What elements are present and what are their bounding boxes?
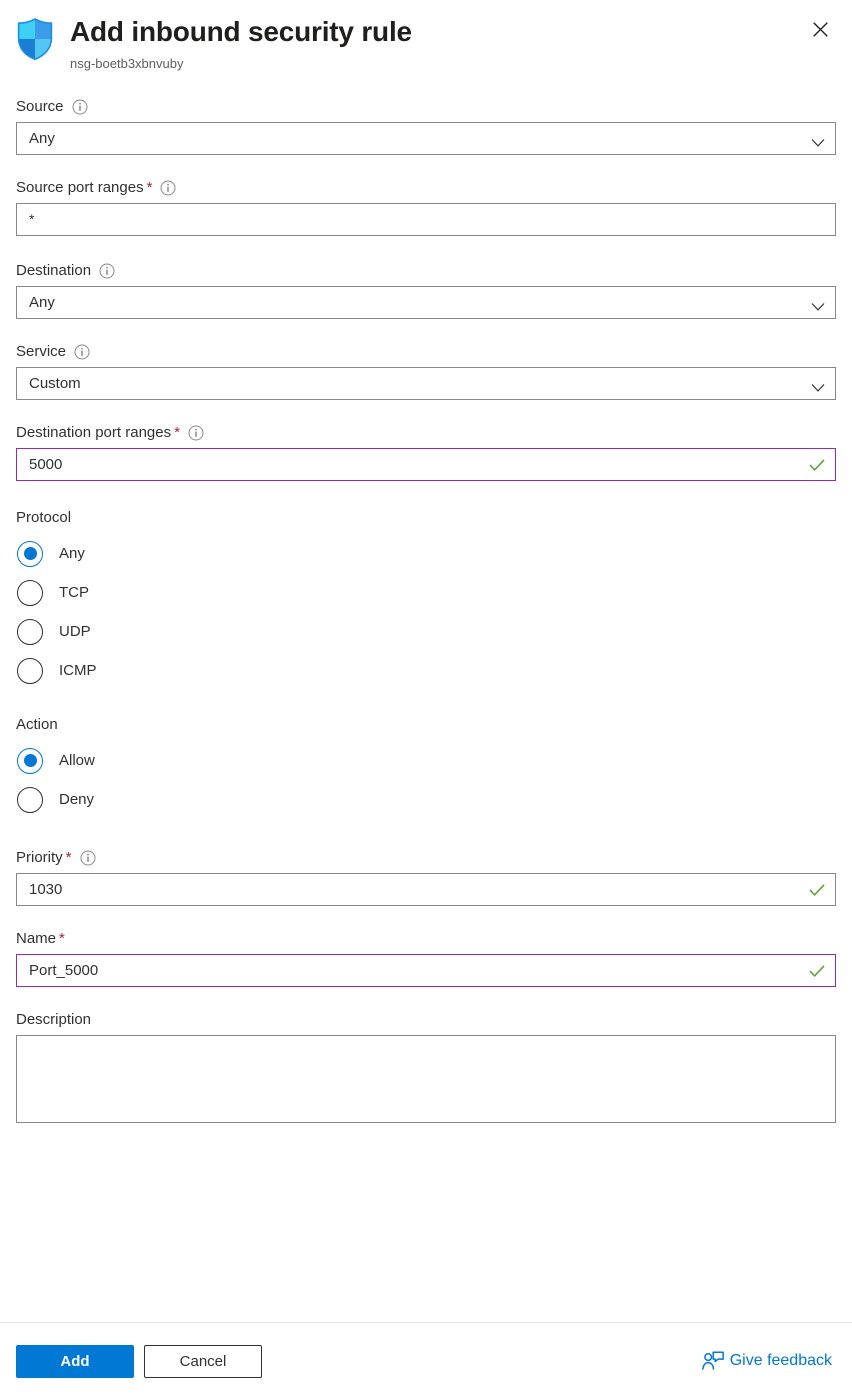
label-name-text: Name <box>16 930 57 947</box>
radio-protocol-icmp[interactable]: ICMP <box>16 651 836 690</box>
label-description-text: Description <box>16 1011 92 1028</box>
label-destination: Destination <box>16 260 836 281</box>
radio-icon-unselected <box>17 579 43 606</box>
add-inbound-security-rule-blade: Add inbound security rule nsg-boetb3xbnv… <box>0 0 852 1399</box>
give-feedback-link[interactable]: Give feedback <box>701 1351 832 1371</box>
label-source: Source <box>16 96 836 117</box>
radio-protocol-any-label: Any <box>59 544 85 562</box>
form-body: Source Any Source port ranges * * Destin… <box>0 96 852 1322</box>
label-action: Action <box>16 716 58 733</box>
label-service-text: Service <box>16 343 67 360</box>
chevron-down-icon <box>811 298 825 311</box>
info-icon[interactable] <box>99 263 115 279</box>
title-block: Add inbound security rule nsg-boetb3xbnv… <box>70 14 836 73</box>
field-priority: Priority * 1030 <box>16 847 836 906</box>
source-value: Any <box>29 130 55 147</box>
radio-icon-unselected <box>17 786 43 813</box>
label-priority: Priority * <box>16 847 836 868</box>
radio-protocol-udp-label: UDP <box>59 622 91 640</box>
label-destination-port-ranges: Destination port ranges * <box>16 422 836 443</box>
destination-value: Any <box>29 294 55 311</box>
chevron-down-icon <box>811 379 825 392</box>
info-icon[interactable] <box>80 850 96 866</box>
page-title: Add inbound security rule <box>70 16 412 47</box>
chevron-down-icon <box>811 134 825 147</box>
label-source-text: Source <box>16 98 64 115</box>
destination-port-ranges-value: 5000 <box>29 456 63 473</box>
field-description: Description <box>16 1009 836 1128</box>
radio-icon-unselected <box>17 618 43 645</box>
add-button[interactable]: Add <box>16 1344 134 1378</box>
radio-action-deny[interactable]: Deny <box>16 780 836 819</box>
radio-icon-unselected <box>17 657 43 684</box>
field-protocol: Protocol Any TCP UDP ICMP <box>16 507 836 690</box>
label-name: Name * <box>16 928 836 949</box>
header-row: Add inbound security rule nsg-boetb3xbnv… <box>16 14 836 73</box>
blade-footer: Add Cancel Give feedback <box>0 1322 852 1399</box>
checkmark-icon <box>809 964 825 977</box>
required-indicator: * <box>65 849 72 866</box>
service-value: Custom <box>29 375 81 392</box>
priority-value: 1030 <box>29 881 63 898</box>
required-indicator: * <box>146 179 153 196</box>
label-destination-port-ranges-text: Destination port ranges <box>16 424 172 441</box>
field-source: Source Any <box>16 96 836 155</box>
close-button[interactable] <box>804 16 836 48</box>
source-dropdown[interactable]: Any <box>16 122 836 155</box>
info-icon[interactable] <box>160 180 176 196</box>
shield-icon <box>16 18 54 61</box>
label-source-port-ranges: Source port ranges * <box>16 177 836 198</box>
radio-protocol-icmp-label: ICMP <box>59 661 97 679</box>
radio-icon-selected <box>17 747 43 774</box>
info-icon[interactable] <box>72 99 88 115</box>
radio-action-allow[interactable]: Allow <box>16 741 836 780</box>
radio-action-allow-label: Allow <box>59 751 95 769</box>
field-action: Action Allow Deny <box>16 714 836 819</box>
label-source-port-ranges-text: Source port ranges <box>16 179 144 196</box>
name-value: Port_5000 <box>29 962 99 979</box>
name-input[interactable]: Port_5000 <box>16 954 836 987</box>
label-destination-text: Destination <box>16 262 92 279</box>
page-subtitle: nsg-boetb3xbnvuby <box>70 56 184 71</box>
radio-protocol-udp[interactable]: UDP <box>16 612 836 651</box>
radio-icon-selected <box>17 540 43 567</box>
cancel-button[interactable]: Cancel <box>144 1344 262 1378</box>
label-service: Service <box>16 341 836 362</box>
radio-protocol-any[interactable]: Any <box>16 534 836 573</box>
radio-protocol-tcp[interactable]: TCP <box>16 573 836 612</box>
info-icon[interactable] <box>74 344 90 360</box>
checkmark-icon <box>809 458 825 471</box>
label-protocol: Protocol <box>16 509 72 526</box>
description-textarea[interactable] <box>16 1035 836 1123</box>
info-icon[interactable] <box>188 425 204 441</box>
source-port-ranges-value: * <box>29 211 35 227</box>
give-feedback-label: Give feedback <box>729 1352 832 1369</box>
field-source-port-ranges: Source port ranges * * <box>16 177 836 236</box>
field-name: Name * Port_5000 <box>16 928 836 987</box>
field-service: Service Custom <box>16 341 836 400</box>
feedback-person-icon <box>701 1351 724 1371</box>
destination-port-ranges-input[interactable]: 5000 <box>16 448 836 481</box>
checkmark-icon <box>809 883 825 896</box>
label-description: Description <box>16 1009 836 1030</box>
label-priority-text: Priority <box>16 849 63 866</box>
required-indicator: * <box>59 930 65 947</box>
blade-header: Add inbound security rule nsg-boetb3xbnv… <box>0 0 852 96</box>
field-destination-port-ranges: Destination port ranges * 5000 <box>16 422 836 481</box>
priority-input[interactable]: 1030 <box>16 873 836 906</box>
service-dropdown[interactable]: Custom <box>16 367 836 400</box>
radio-protocol-tcp-label: TCP <box>59 583 89 601</box>
required-indicator: * <box>174 424 180 441</box>
radio-action-deny-label: Deny <box>59 790 95 808</box>
destination-dropdown[interactable]: Any <box>16 286 836 319</box>
close-icon <box>812 21 829 43</box>
field-destination: Destination Any <box>16 260 836 319</box>
source-port-ranges-input[interactable]: * <box>16 203 836 236</box>
